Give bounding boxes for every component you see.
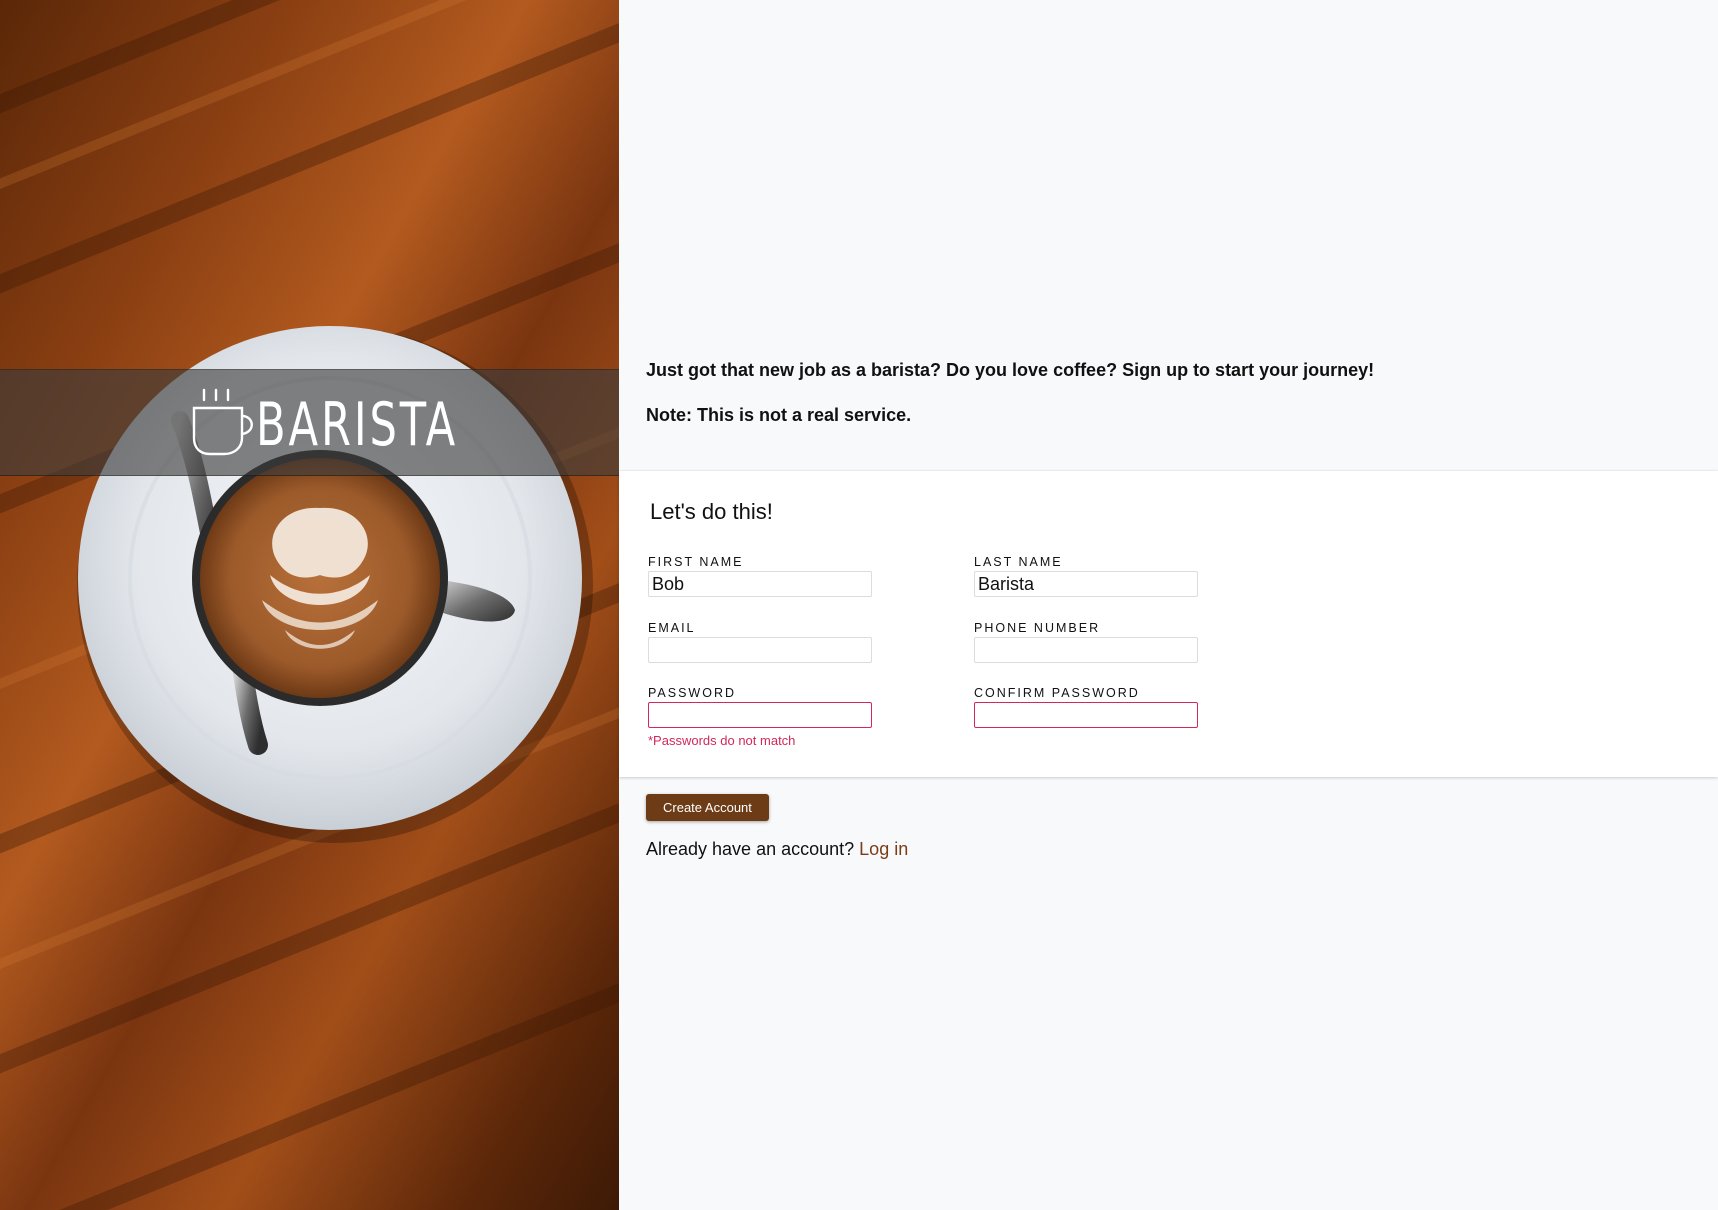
first-name-input[interactable] [648,571,872,597]
form-actions: Create Account [646,794,769,821]
form-title: Let's do this! [650,499,773,524]
last-name-label: LAST NAME [974,555,1063,569]
disclaimer-note: Note: This is not a real service. [646,405,912,425]
email-group: EMAIL [648,621,872,663]
hero-panel: BARISTA [0,0,619,1210]
first-name-label: FIRST NAME [648,555,744,569]
password-input[interactable] [648,702,872,728]
password-error-message: *Passwords do not match [648,733,796,748]
login-prompt: Already have an account? [646,839,855,859]
password-group: PASSWORD [648,686,872,728]
last-name-group: LAST NAME [974,555,1198,597]
phone-label: PHONE NUMBER [974,621,1101,635]
email-label: EMAIL [648,621,696,635]
confirm-password-label: CONFIRM PASSWORD [974,686,1140,700]
last-name-input[interactable] [974,571,1198,597]
coffee-photo [0,0,619,1210]
email-input[interactable] [648,637,872,663]
signup-content: Just got that new job as a barista? Do y… [619,0,1718,1210]
signup-form: Let's do this! FIRST NAME LAST NAME EMAI… [619,471,1718,777]
first-name-group: FIRST NAME [648,555,872,597]
login-prompt-line: Already have an account? Log in [646,839,908,860]
logo-band: BARISTA [0,369,619,476]
phone-group: PHONE NUMBER [974,621,1198,663]
coffee-cup-icon [192,388,253,456]
login-link[interactable]: Log in [859,839,908,859]
intro-section: Just got that new job as a barista? Do y… [646,360,1696,450]
tagline: Just got that new job as a barista? Do y… [646,360,1375,380]
password-label: PASSWORD [648,686,736,700]
barista-logo: BARISTA [190,388,537,460]
confirm-password-group: CONFIRM PASSWORD [974,686,1198,728]
phone-input[interactable] [974,637,1198,663]
confirm-password-input[interactable] [974,702,1198,728]
signup-page: BARISTA Just got that new job as a baris… [0,0,1718,1210]
brand-name: BARISTA [256,390,459,460]
create-account-button[interactable]: Create Account [646,794,769,821]
